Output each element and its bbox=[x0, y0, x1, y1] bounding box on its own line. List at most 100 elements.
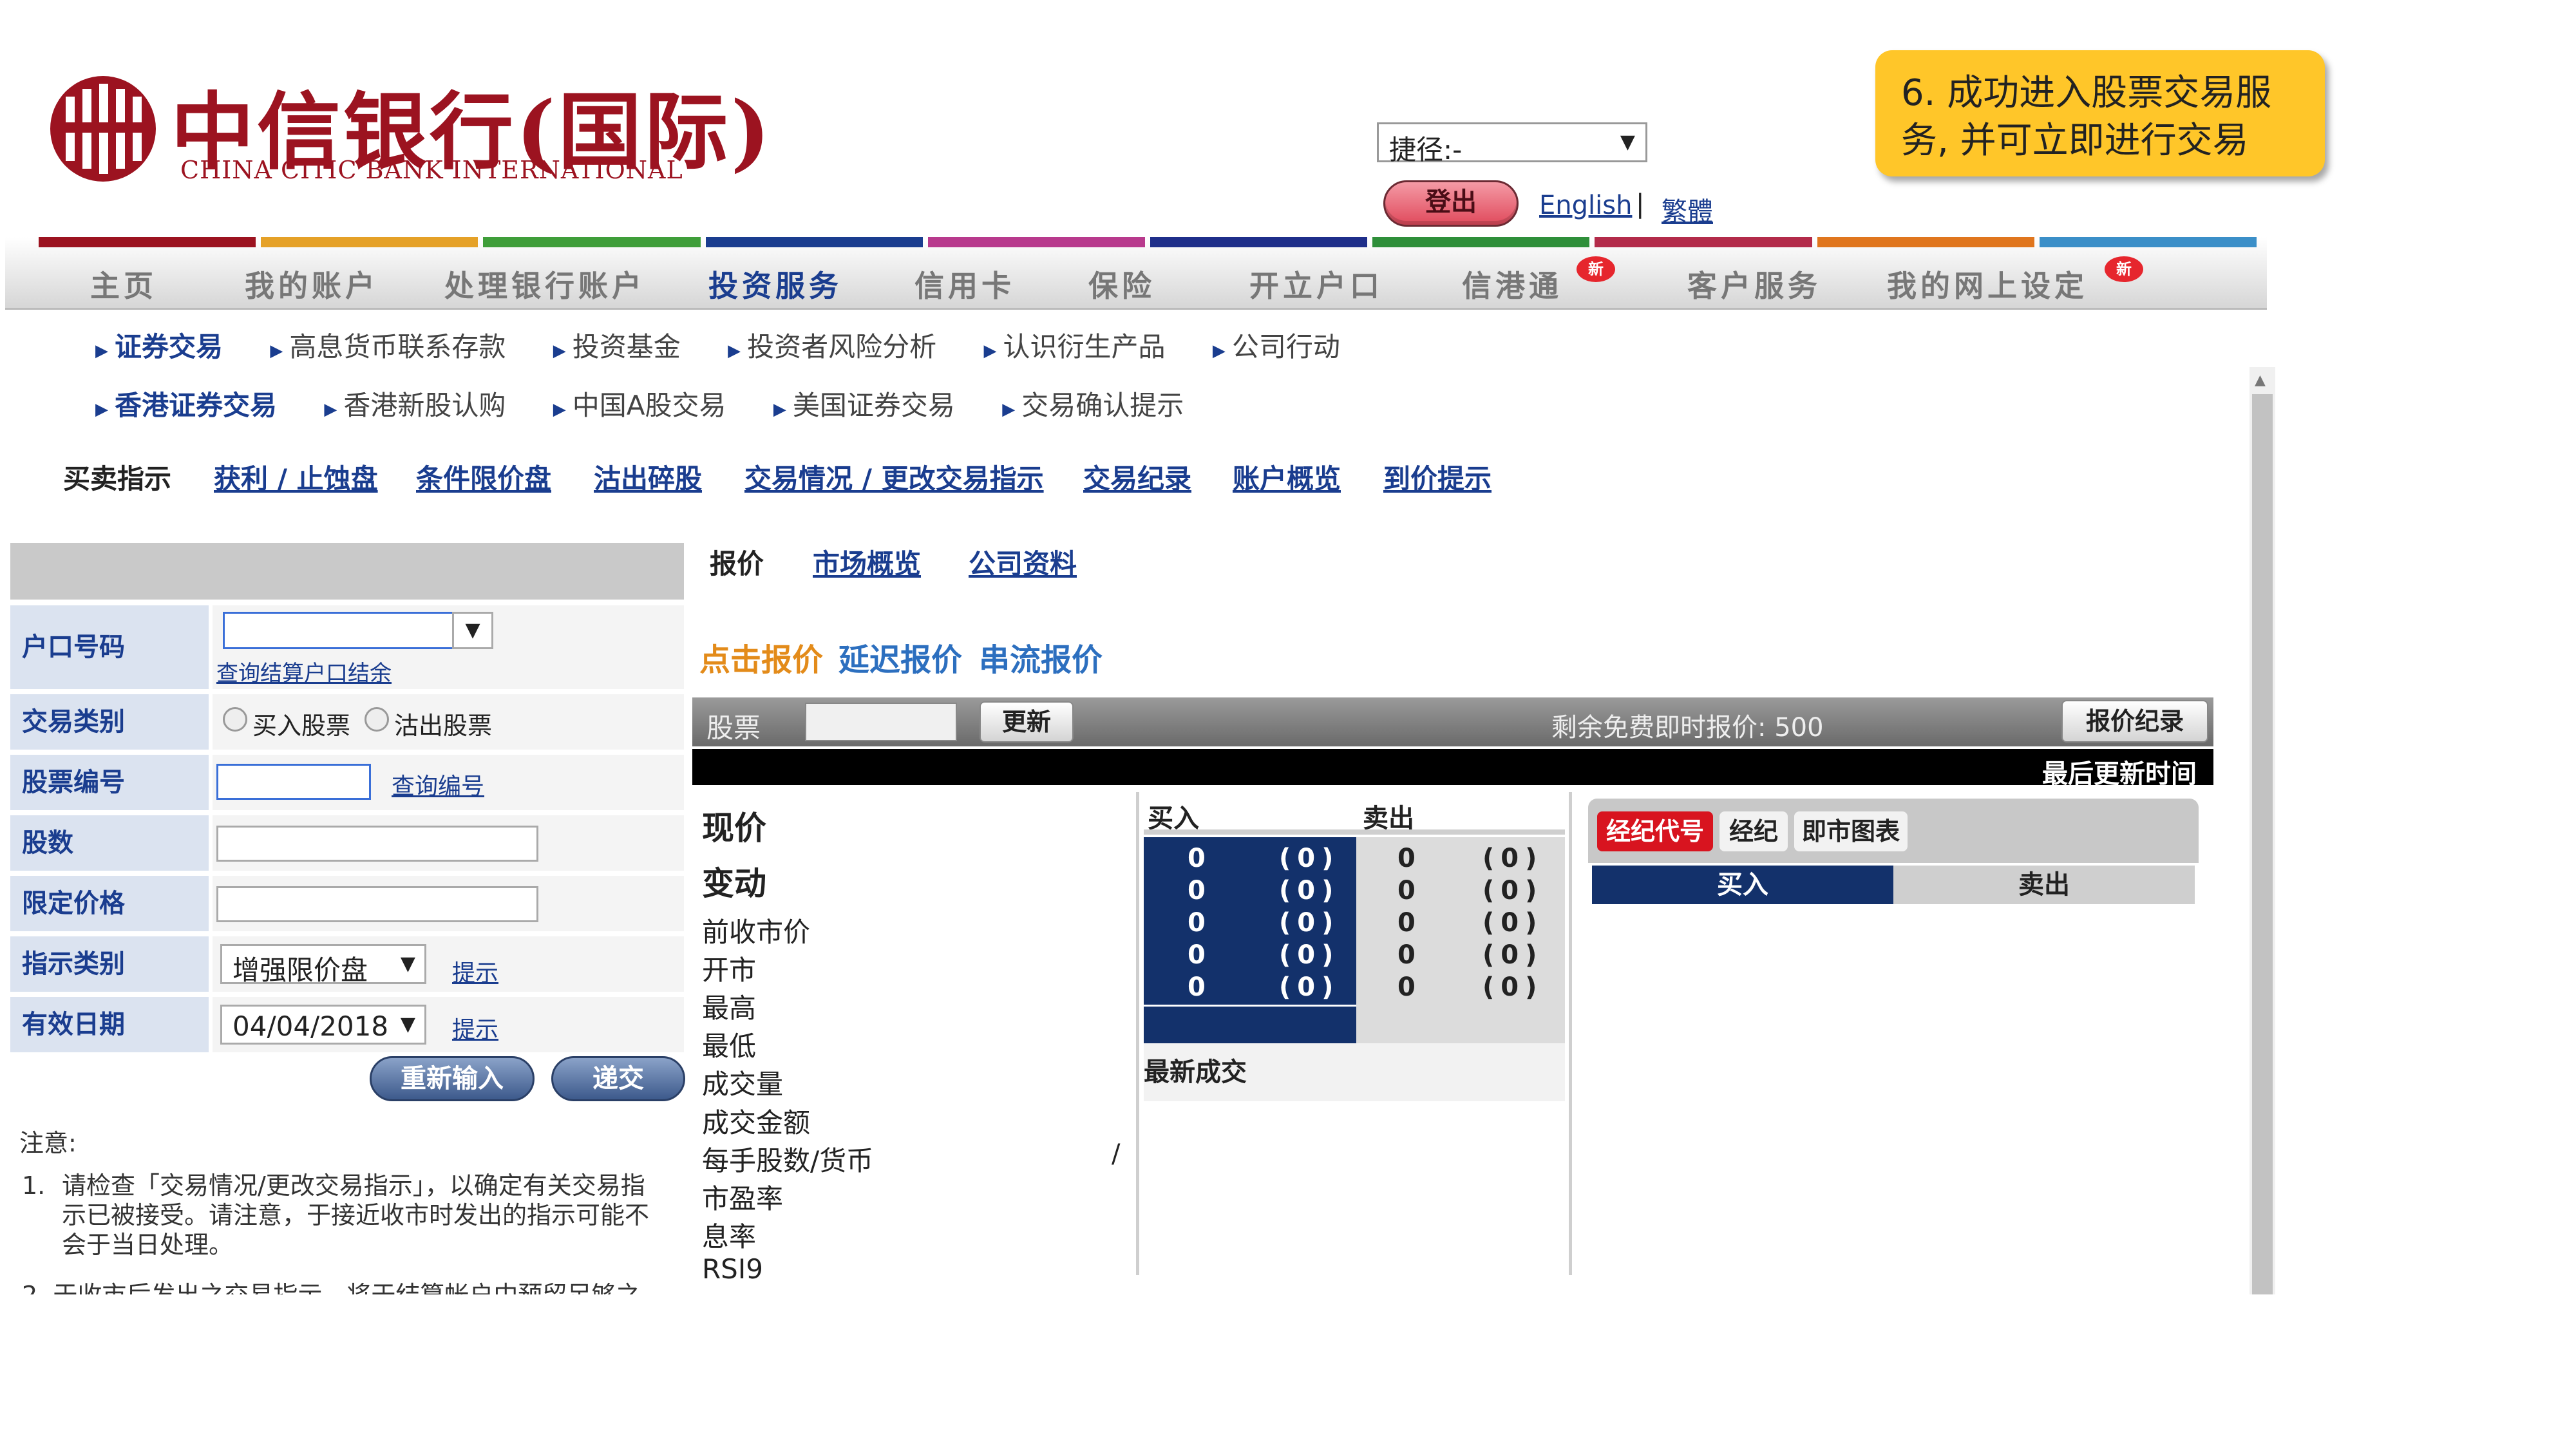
validity-select[interactable]: 04/04/2018 ▼ bbox=[220, 1005, 426, 1045]
tab-market-overview[interactable]: 市场概览 bbox=[813, 542, 921, 582]
order-type-label: 指示类别 bbox=[10, 936, 209, 992]
subnav-hk-securities[interactable]: 香港证券交易 bbox=[115, 390, 277, 421]
account-label: 户口号码 bbox=[10, 605, 209, 689]
broker-sell-header: 卖出 bbox=[1893, 866, 2195, 904]
delayed-quote-link[interactable]: 延迟报价 bbox=[838, 634, 962, 679]
subnav-risk-analysis[interactable]: 投资者风险分析 bbox=[747, 331, 936, 363]
nav-item-home[interactable]: 主页 bbox=[90, 263, 157, 305]
ask-price: 0 bbox=[1397, 972, 1422, 1002]
shares-label: 股数 bbox=[10, 815, 209, 871]
scrollbar-thumb[interactable] bbox=[2252, 394, 2273, 1294]
tab-broker-code[interactable]: 经纪代号 bbox=[1597, 811, 1713, 851]
subnav-derivatives[interactable]: 认识衍生产品 bbox=[1003, 331, 1166, 363]
column-divider bbox=[1569, 792, 1572, 1275]
chevron-down-icon[interactable]: ▼ bbox=[452, 612, 493, 649]
ask-count: (0) bbox=[1482, 972, 1544, 1002]
code-query-link[interactable]: 查询编号 bbox=[392, 768, 484, 801]
ask-price: 0 bbox=[1397, 908, 1422, 938]
nav-color-segment bbox=[39, 237, 256, 247]
nav-item-customer-service[interactable]: 客户服务 bbox=[1687, 263, 1821, 305]
scroll-up-icon[interactable]: ▲ bbox=[2255, 372, 2266, 388]
order-type-hint-link[interactable]: 提示 bbox=[452, 954, 498, 988]
change-label: 变动 bbox=[702, 865, 766, 902]
nav-item-my-settings[interactable]: 我的网上设定 bbox=[1887, 263, 2088, 305]
action-account-overview[interactable]: 账户概览 bbox=[1233, 457, 1341, 497]
callout-text: 6. 成功进入股票交易服务, 并可立即进行交易 bbox=[1901, 72, 2272, 162]
streaming-quote-link[interactable]: 串流报价 bbox=[979, 634, 1103, 679]
high-label: 最高 bbox=[702, 992, 757, 1024]
rsi9-label: RSI9 bbox=[702, 1253, 763, 1285]
limit-price-input[interactable] bbox=[216, 886, 538, 922]
volume-label: 成交量 bbox=[702, 1068, 784, 1100]
nav-item-my-account[interactable]: 我的账户 bbox=[245, 263, 379, 305]
tab-quote[interactable]: 报价 bbox=[710, 542, 764, 582]
bid-price: 0 bbox=[1188, 908, 1212, 938]
english-link[interactable]: English bbox=[1539, 191, 1632, 220]
subnav-investment-fund[interactable]: 投资基金 bbox=[573, 331, 681, 363]
last-update-bar: 最后更新时间 bbox=[692, 749, 2213, 789]
subnav-primary: ▶ 证券交易 ▶ 高息货币联系存款 ▶ 投资基金 ▶ 投资者风险分析 ▶ 认识衍生产品 ▶… bbox=[95, 331, 1340, 363]
notes-title: 注意: bbox=[19, 1129, 77, 1157]
nav-item-xingangtong[interactable]: 信港通 bbox=[1462, 263, 1562, 305]
shares-input[interactable] bbox=[216, 826, 538, 862]
lot-size-label: 每手股数/货币 bbox=[702, 1145, 874, 1177]
latest-trade-label: 最新成交 bbox=[1144, 1057, 1247, 1087]
balance-query-link[interactable]: 查询结算户口结余 bbox=[216, 656, 392, 687]
sell-radio[interactable] bbox=[365, 707, 389, 732]
current-price-label: 现价 bbox=[702, 810, 766, 847]
nav-item-open-account[interactable]: 开立户口 bbox=[1249, 263, 1383, 305]
subnav-securities-trading[interactable]: 证券交易 bbox=[115, 331, 223, 363]
tab-intraday-chart[interactable]: 即市图表 bbox=[1794, 811, 1908, 851]
nav-item-bank-account[interactable]: 处理银行账户 bbox=[444, 263, 645, 305]
buy-radio[interactable] bbox=[223, 707, 247, 732]
subnav-hk-ipo[interactable]: 香港新股认购 bbox=[343, 390, 506, 421]
quote-history-button[interactable]: 报价纪录 bbox=[2061, 700, 2208, 743]
click-quote-link[interactable]: 点击报价 bbox=[699, 634, 823, 679]
subnav-us-securities[interactable]: 美国证券交易 bbox=[793, 390, 955, 421]
nav-item-investment[interactable]: 投资服务 bbox=[708, 263, 842, 305]
subnav-corporate-action[interactable]: 公司行动 bbox=[1232, 331, 1340, 363]
order-book-rule bbox=[1144, 829, 1565, 835]
logout-button[interactable]: 登出 bbox=[1383, 180, 1519, 227]
tab-broker[interactable]: 经纪 bbox=[1719, 811, 1788, 851]
subnav-trade-confirmation[interactable]: 交易确认提示 bbox=[1021, 390, 1184, 421]
action-odd-lot[interactable]: 沽出碎股 bbox=[594, 457, 702, 497]
note-1-line-3: 会于当日处理。 bbox=[62, 1231, 234, 1259]
bid-price: 0 bbox=[1188, 876, 1212, 905]
nav-color-segment bbox=[2039, 237, 2257, 247]
nav-item-credit-card[interactable]: 信用卡 bbox=[914, 263, 1015, 305]
pe-ratio-label: 市盈率 bbox=[702, 1183, 784, 1215]
action-order-status[interactable]: 交易情况 / 更改交易指示 bbox=[744, 457, 1044, 497]
action-history[interactable]: 交易纪录 bbox=[1083, 457, 1191, 497]
main-nav: 主页 我的账户 处理银行账户 投资服务 信用卡 保险 开立户口 信港通 新 客户… bbox=[5, 237, 2267, 310]
reset-button[interactable]: 重新输入 bbox=[370, 1056, 535, 1101]
action-conditional[interactable]: 条件限价盘 bbox=[416, 457, 551, 497]
limit-price-label: 限定价格 bbox=[10, 876, 209, 931]
tab-company-info[interactable]: 公司资料 bbox=[969, 542, 1077, 582]
shortcut-select[interactable]: 捷径:- ▼ bbox=[1377, 122, 1647, 166]
yield-label: 息率 bbox=[702, 1221, 757, 1253]
ask-count: (0) bbox=[1482, 940, 1544, 970]
validity-label: 有效日期 bbox=[10, 997, 209, 1052]
quote-stock-input[interactable] bbox=[805, 703, 957, 741]
validity-hint-link[interactable]: 提示 bbox=[452, 1011, 498, 1045]
subnav-high-yield-deposit[interactable]: 高息货币联系存款 bbox=[289, 331, 506, 363]
latest-trade-header: 最新成交 bbox=[1144, 1043, 1565, 1101]
nav-color-segment bbox=[1372, 237, 1590, 247]
note-2-text: 2. 于收市后发出之交易指示，将于结算帐户中预留足够之 bbox=[22, 1280, 640, 1294]
ask-count: (0) bbox=[1482, 908, 1544, 938]
lot-size-separator: / bbox=[1112, 1139, 1121, 1169]
broker-tab-bar: 经纪代号 经纪 即市图表 bbox=[1588, 799, 2199, 863]
update-button[interactable]: 更新 bbox=[980, 701, 1074, 743]
nav-item-insurance[interactable]: 保险 bbox=[1088, 263, 1155, 305]
action-stop-loss[interactable]: 获利 / 止蚀盘 bbox=[214, 457, 378, 497]
order-type-select[interactable]: 增强限价盘 ▼ bbox=[220, 944, 426, 986]
action-price-alert[interactable]: 到价提示 bbox=[1383, 457, 1492, 497]
bank-name-english: CHINA CITIC BANK INTERNATIONAL bbox=[180, 156, 683, 184]
submit-button[interactable]: 递交 bbox=[551, 1056, 685, 1101]
stock-code-input[interactable] bbox=[216, 764, 371, 800]
subnav-china-a-shares[interactable]: 中国A股交易 bbox=[573, 390, 726, 421]
action-buy-sell[interactable]: 买卖指示 bbox=[63, 457, 171, 497]
nav-color-segment bbox=[705, 237, 923, 247]
traditional-chinese-link[interactable]: 繁體 bbox=[1662, 191, 1713, 228]
